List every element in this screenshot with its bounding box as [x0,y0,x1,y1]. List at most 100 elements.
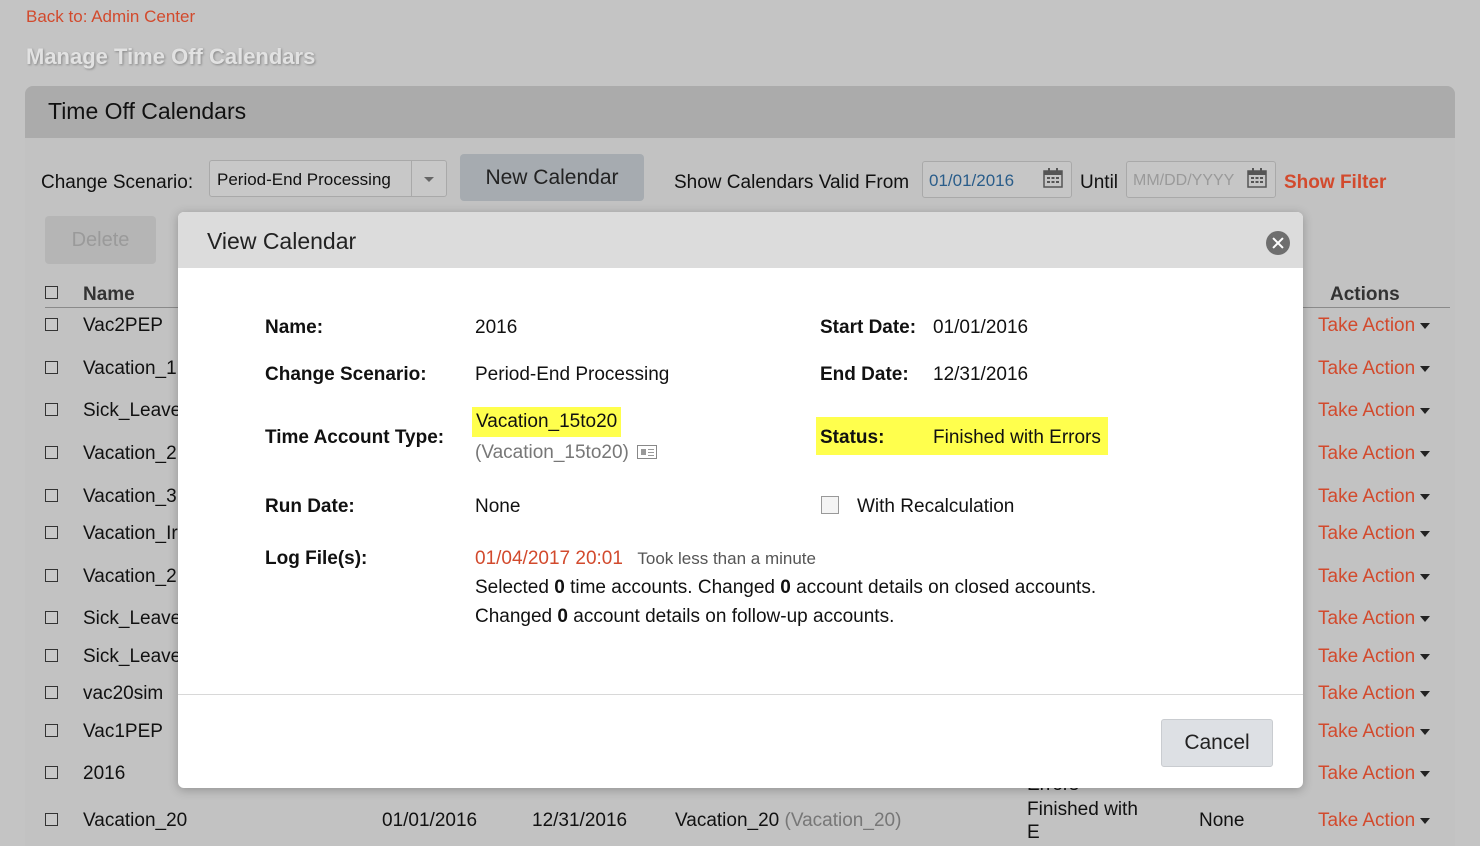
back-to-admin-center-link[interactable]: Back to: Admin Center [26,7,195,27]
take-action-label: Take Action [1318,646,1416,667]
take-action-menu[interactable]: Take Action [1318,358,1431,380]
caret-down-icon [1420,653,1431,660]
with-recalculation-checkbox[interactable] [821,496,839,514]
caret-down-icon [1420,493,1431,500]
until-label: Until [1080,172,1119,193]
take-action-menu[interactable]: Take Action [1318,486,1431,508]
table-row-name[interactable]: Vacation_2 [83,566,177,588]
show-filter-link[interactable]: Show Filter [1284,172,1386,194]
calendar-icon[interactable] [1043,168,1063,188]
log-file-link[interactable]: 01/04/2017 20:01 [475,548,623,569]
until-placeholder: MM/DD/YYYY [1133,172,1235,189]
take-action-menu[interactable]: Take Action [1318,443,1431,465]
time-account-type-value: Vacation_15to20 [472,407,622,437]
caret-down-icon [1420,407,1431,414]
take-action-menu[interactable]: Take Action [1318,683,1431,705]
row-checkbox[interactable] [45,724,58,737]
table-row-name[interactable]: vac20sim [83,683,163,705]
close-icon[interactable] [1266,231,1290,255]
take-action-menu[interactable]: Take Action [1318,646,1431,668]
details-card-icon[interactable] [636,445,657,459]
table-row-status-cont: E [1027,822,1040,843]
take-action-menu[interactable]: Take Action [1318,400,1431,422]
row-checkbox[interactable] [45,361,58,374]
row-checkbox[interactable] [45,813,58,826]
change-scenario-value: Period-End Processing [475,364,670,385]
valid-from-label: Show Calendars Valid From [674,172,910,193]
table-row-name[interactable]: Vacation_2 [83,443,177,465]
take-action-menu[interactable]: Take Action [1318,566,1431,588]
time-account-type-external: (Vacation_15to20) [475,442,657,464]
row-checkbox[interactable] [45,318,58,331]
table-row-name[interactable]: Sick_Leave [83,400,181,422]
row-checkbox[interactable] [45,489,58,502]
valid-from-date-input[interactable]: 01/01/2016 [922,161,1072,198]
panel-header: Time Off Calendars [25,86,1455,138]
table-row-start-date: 01/01/2016 [382,810,478,831]
take-action-label: Take Action [1318,486,1416,507]
caret-down-icon [1420,817,1431,824]
log-duration: Took less than a minute [637,549,816,568]
table-row-end-date: 12/31/2016 [532,810,628,831]
caret-down-icon [1420,573,1431,580]
caret-down-icon [1420,450,1431,457]
take-action-label: Take Action [1318,443,1416,464]
row-checkbox[interactable] [45,569,58,582]
until-date-input[interactable]: MM/DD/YYYY [1126,161,1276,198]
caret-down-icon [1420,728,1431,735]
start-date-label: Start Date: [820,317,917,338]
delete-button[interactable]: Delete [45,216,156,264]
table-row-name[interactable]: Sick_Leave [83,646,181,668]
take-action-label: Take Action [1318,358,1416,379]
caret-down-icon [1420,770,1431,777]
page-title: Manage Time Off Calendars [26,44,316,69]
log-summary-line-1: Selected 0 time accounts. Changed 0 acco… [475,577,1097,598]
table-row-name[interactable]: 2016 [83,763,125,785]
take-action-label: Take Action [1318,683,1416,704]
status-value: Finished with Errors [933,427,1101,448]
table-row-name[interactable]: Vacation_20 [83,810,187,832]
take-action-label: Take Action [1318,608,1416,629]
row-checkbox[interactable] [45,526,58,539]
name-label: Name: [265,317,324,338]
new-calendar-button[interactable]: New Calendar [460,154,644,201]
log-file-entry: 01/04/2017 20:01 Took less than a minute [475,548,816,570]
row-checkbox[interactable] [45,611,58,624]
table-row-name[interactable]: Vacation_Ir [83,523,178,545]
column-header-name[interactable]: Name [83,284,135,306]
table-row-name[interactable]: Vac1PEP [83,721,163,743]
change-scenario-label: Change Scenario: [265,364,427,385]
table-row-name[interactable]: Vac2PEP [83,315,163,337]
table-row-name[interactable]: Vacation_1 [83,358,177,380]
run-date-value: None [475,496,521,517]
row-checkbox[interactable] [45,446,58,459]
chevron-down-icon[interactable] [411,161,446,196]
table-row-name[interactable]: Vacation_3 [83,486,177,508]
row-checkbox[interactable] [45,766,58,779]
table-row-name[interactable]: Sick_Leave [83,608,181,630]
dialog-title: View Calendar [207,228,357,254]
cancel-button[interactable]: Cancel [1161,719,1273,767]
select-all-checkbox[interactable] [45,286,58,299]
caret-down-icon [1420,530,1431,537]
row-checkbox[interactable] [45,649,58,662]
take-action-menu[interactable]: Take Action [1318,523,1431,545]
take-action-menu[interactable]: Take Action [1318,763,1431,785]
dialog-header: View Calendar [178,212,1303,268]
caret-down-icon [1420,365,1431,372]
take-action-menu[interactable]: Take Action [1318,810,1431,832]
take-action-label: Take Action [1318,566,1416,587]
change-scenario-select[interactable]: Period-End Processing [209,160,447,197]
calendar-icon[interactable] [1247,168,1267,188]
row-checkbox[interactable] [45,403,58,416]
take-action-label: Take Action [1318,315,1416,336]
table-row-status: Finished with [1027,799,1138,820]
take-action-menu[interactable]: Take Action [1318,315,1431,337]
end-date-label: End Date: [820,364,909,385]
take-action-label: Take Action [1318,763,1416,784]
caret-down-icon [1420,322,1431,329]
take-action-menu[interactable]: Take Action [1318,608,1431,630]
row-checkbox[interactable] [45,686,58,699]
valid-from-value: 01/01/2016 [929,171,1015,190]
take-action-menu[interactable]: Take Action [1318,721,1431,743]
